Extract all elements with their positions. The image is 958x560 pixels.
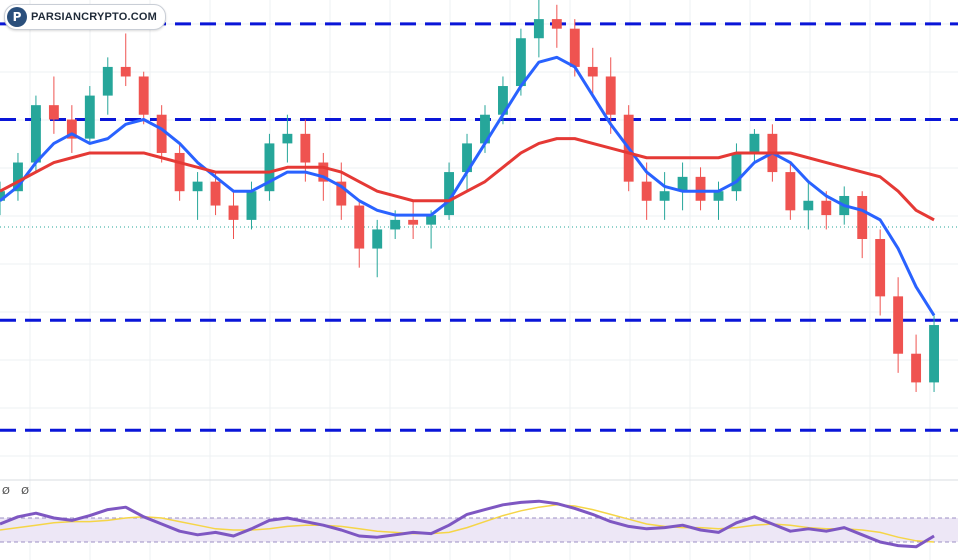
brand-text: PARSIANCRYPTO.COM [31,11,158,23]
candle-body [210,181,221,206]
candle-body [48,105,59,120]
candle-body [821,200,832,216]
candle-body [605,76,616,115]
candle-body [192,181,203,192]
candle-body [911,353,922,383]
candle-body [893,296,904,354]
candle-body [587,66,598,77]
oscillator-label: Ø [2,486,10,497]
candle-body [785,172,796,211]
oscillator-label: Ø [21,486,29,497]
candle-body [641,181,652,201]
candle-body [138,76,149,115]
candle-body [695,176,706,201]
candle-body [515,38,526,87]
brand-logo[interactable]: P PARSIANCRYPTO.COM [4,4,167,30]
candle-body [803,200,814,211]
candle-body [731,152,742,192]
candle-body [120,66,131,77]
candle-body [282,133,293,144]
candle-body [749,133,760,153]
candlestick-chart [0,0,958,560]
candle-body [929,325,939,383]
candle-body [875,239,886,297]
candle-body [551,19,562,29]
candle-body [569,28,580,67]
oscillator-panel [0,499,958,549]
candle-body [30,105,41,163]
candle-body [390,219,401,230]
candle-body [174,152,185,192]
chart-screenshot: P PARSIANCRYPTO.COM Ø Ø [0,0,958,560]
candle-body [408,219,419,225]
coin-logo-icon: P [7,7,27,27]
oscillator-labels: Ø Ø [2,486,37,497]
candle-body [372,229,383,249]
candle-body [102,66,113,96]
candle-body [156,114,167,153]
candle-body [84,95,95,139]
candle-body [533,19,544,39]
candle-body [354,205,365,249]
candle-body [857,195,868,239]
candle-body [246,191,257,220]
candles [0,0,939,392]
candle-body [228,205,239,220]
candle-body [300,133,311,163]
candle-body [659,191,670,201]
